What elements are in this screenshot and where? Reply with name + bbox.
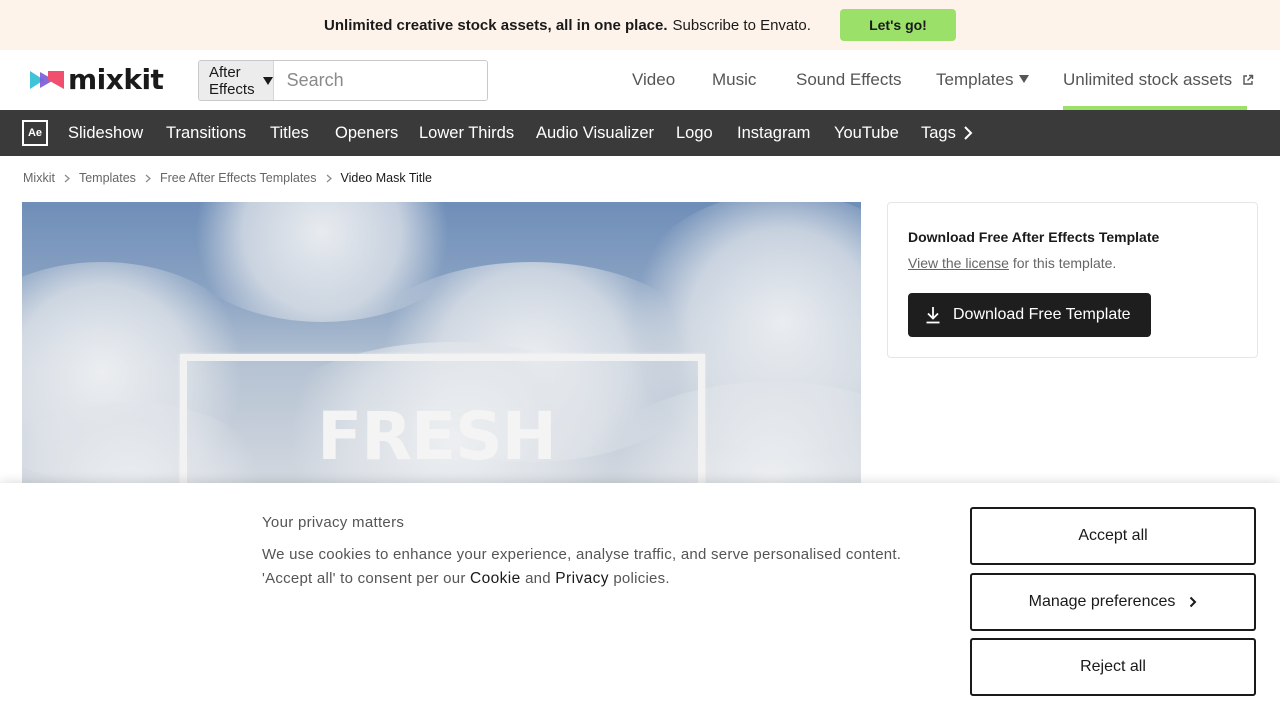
breadcrumb-templates[interactable]: Templates [79,171,136,185]
cookie-body: We use cookies to enhance your experienc… [262,543,952,591]
category-link-youtube[interactable]: YouTube [834,110,899,156]
download-icon [926,307,940,324]
nav-sound-effects[interactable]: Sound Effects [796,70,902,90]
cookie-and-text: and [525,570,551,587]
category-link-logo[interactable]: Logo [676,110,713,156]
accept-all-button[interactable]: Accept all [970,507,1256,565]
category-link-instagram[interactable]: Instagram [737,110,810,156]
privacy-policy-link[interactable]: Privacy [555,570,609,587]
accept-all-label: Accept all [1078,527,1148,544]
manage-preferences-label: Manage preferences [1028,593,1176,610]
download-card: Download Free After Effects Template Vie… [887,202,1258,358]
promo-headline: Unlimited creative stock assets, all in … [324,16,668,34]
external-link-icon [1243,74,1254,85]
preview-title-text: FRESH [317,398,557,475]
nav-templates[interactable]: Templates [936,70,1030,90]
nav-video[interactable]: Video [632,70,675,90]
category-link-lower-thirds[interactable]: Lower Thirds [419,110,514,156]
video-preview[interactable]: FRESH [22,202,861,502]
reject-all-button[interactable]: Reject all [970,638,1256,696]
cookie-policy-link[interactable]: Cookie [470,570,521,587]
download-card-heading: Download Free After Effects Template [908,229,1160,245]
category-link-tags[interactable]: Tags [921,110,956,156]
category-link-audio-visualizer[interactable]: Audio Visualizer [536,110,654,156]
chevron-right-icon [1189,596,1197,608]
category-link-slideshow[interactable]: Slideshow [68,110,143,156]
nav-music[interactable]: Music [712,70,756,90]
promo-subtext: Subscribe to Envato. [672,16,811,34]
cookie-title: Your privacy matters [262,514,405,531]
license-text: View the license for this template. [908,255,1116,271]
license-suffix: for this template. [1012,255,1117,271]
breadcrumb-current: Video Mask Title [340,171,432,185]
category-link-openers[interactable]: Openers [335,110,398,156]
breadcrumb-mixkit[interactable]: Mixkit [23,171,55,185]
manage-preferences-button[interactable]: Manage preferences [970,573,1256,631]
view-license-link[interactable]: View the license [908,255,1009,271]
breadcrumb: Mixkit Templates Free After Effects Temp… [23,171,432,185]
category-bar: Ae Slideshow Transitions Titles Openers … [0,110,1280,156]
promo-bar: Unlimited creative stock assets, all in … [0,0,1280,50]
nav-unlimited-label: Unlimited stock assets [1063,70,1233,89]
nav-unlimited-stock-assets[interactable]: Unlimited stock assets [1063,70,1254,90]
promo-cta-button[interactable]: Let's go! [839,9,956,41]
after-effects-icon: Ae [22,120,48,146]
breadcrumb-free-after-effects-templates[interactable]: Free After Effects Templates [160,171,317,185]
cookie-banner: Your privacy matters We use cookies to e… [0,483,1280,720]
download-button-label: Download Free Template [953,306,1131,323]
cookie-body-suffix: policies. [613,570,670,587]
category-link-titles[interactable]: Titles [270,110,309,156]
chevron-right-icon[interactable] [961,125,975,141]
main-nav: Video Music Sound Effects Templates Unli… [0,50,1280,110]
chevron-right-icon [326,174,332,183]
chevron-right-icon [145,174,151,183]
download-button[interactable]: Download Free Template [908,293,1151,337]
chevron-right-icon [64,174,70,183]
caret-down-icon [1019,74,1030,83]
category-link-transitions[interactable]: Transitions [166,110,246,156]
nav-templates-label: Templates [936,70,1014,89]
reject-all-label: Reject all [1080,658,1146,675]
site-header: mixkit After Effects Video Music Sound E… [0,50,1280,110]
